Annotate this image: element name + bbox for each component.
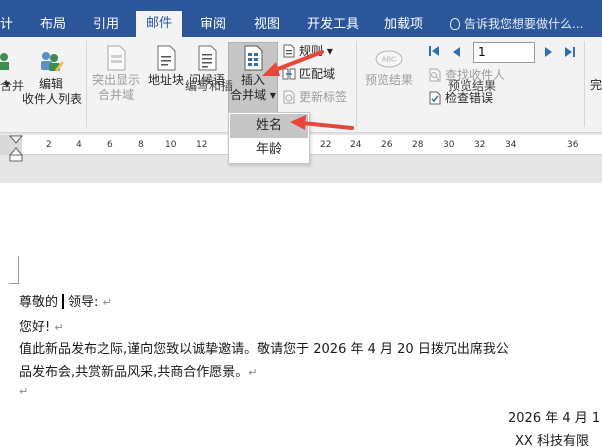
text-cursor [62,294,65,309]
edit-recipients-button[interactable]: 编辑 收件人列表 [22,49,83,107]
insert-merge-field-icon [244,45,263,71]
edit-recipient-list-icon [41,52,64,72]
separator [356,41,357,127]
group-label-write-insert: 编写和插 [185,79,234,93]
hello-text: 您好! [19,320,51,335]
doc-line-empty[interactable]: ↵ [19,384,28,399]
address-block-icon [157,45,176,71]
paragraph-mark-icon: ↵ [19,385,29,398]
edit-recipients-label-1: 编辑 [38,77,63,91]
tab-layout[interactable]: 布局 [40,12,66,37]
greeting-line-icon [198,45,217,71]
previous-record-button[interactable] [451,44,464,60]
first-record-button[interactable] [428,44,443,60]
separator [86,41,87,127]
ruler-number: 22 [320,140,332,150]
preview-results-icon: ABC [375,50,403,68]
paragraph-mark-icon: ↵ [54,321,64,334]
tell-me-text: 告诉我您想要做什么... [464,17,584,31]
body-text-2: 品发布会,共赏新品风采,共商合作愿景。 [19,365,249,380]
separator [584,41,585,127]
tab-references[interactable]: 引用 [93,12,119,37]
address-block-label: 地址块 [147,73,184,87]
merge-field-option-age[interactable]: 年龄 [230,138,308,162]
highlight-fields-label-1: 突出显示 [91,73,140,87]
previous-record-icon [453,47,460,57]
last-record-icon [565,47,575,57]
ruler-number: 6 [107,140,113,150]
group-label-preview: 预览结果 [448,79,497,93]
ruler-number: 32 [474,140,486,150]
merge-field-dropdown: 姓名 年龄 [228,112,310,164]
check-errors-icon [429,91,441,105]
ruler-number: 26 [381,140,393,150]
lightbulb-icon [450,18,460,30]
update-labels-icon [283,90,295,104]
find-recipient-icon [429,68,441,82]
preview-results-label: 预览结果 [364,73,413,87]
ruler-number: 10 [165,140,177,150]
ruler-number: 28 [412,140,424,150]
highlight-fields-label-2: 合并域 [97,88,134,102]
tab-design[interactable]: 计 [0,12,13,37]
ruler-number: 34 [505,140,517,150]
highlight-merge-fields-button[interactable]: 突出显示 合并域 [90,45,142,103]
tell-me-box[interactable]: 告诉我您想要做什么... [450,12,583,37]
next-record-icon [545,47,552,57]
page-corner-mark [9,256,19,284]
finish-merge-button[interactable]: 完 [590,78,602,93]
merge-field-option-name[interactable]: 姓名 [230,114,308,138]
ruler-number: 36 [567,140,579,150]
paragraph-mark-icon: ↵ [102,296,112,309]
next-record-button[interactable] [544,44,557,60]
recipients-icon [0,53,9,70]
indent-marker-icon[interactable] [9,135,23,163]
first-record-icon [429,46,439,56]
tab-developer[interactable]: 开发工具 [307,12,359,37]
doc-line-company[interactable]: XX 科技有限 [515,430,589,447]
doc-line-hello[interactable]: 您好! ↵ [19,316,64,335]
greeting-prefix: 尊敬的 [19,295,59,310]
group-label-start-merge: 合并 [0,79,25,93]
match-fields-label: 匹配域 [299,67,336,81]
ruler-number: 24 [350,140,362,150]
greeting-suffix: 领导: [68,295,99,310]
insert-merge-field-button[interactable]: 插入 合并域 ▾ [228,45,278,103]
record-number-input[interactable]: 1 [473,42,535,63]
rules-icon [283,44,295,58]
ruler-number: 4 [76,140,82,150]
insert-merge-field-label-1: 插入 [240,73,265,87]
svg-text:ABC: ABC [382,57,396,64]
preview-results-button[interactable]: ABC 预览结果 [362,47,416,88]
doc-line-greeting[interactable]: 尊敬的 领导: ↵ [19,291,112,310]
doc-line-body-1[interactable]: 值此新品发布之际,谨向您致以诚挚邀请。敬请您于 2026 年 4 月 20 日拨… [19,338,509,357]
last-record-button[interactable] [564,44,579,60]
paragraph-mark-icon: ↵ [248,366,258,379]
ruler-number: 8 [138,140,144,150]
ruler-number: 30 [443,140,455,150]
match-fields-button[interactable]: 匹配域 [282,66,335,82]
rules-button[interactable]: 规则 ▾ [282,43,333,59]
doc-line-date[interactable]: 2026 年 4 月 1 [508,407,600,426]
ruler-number: 12 [196,140,208,150]
tab-review[interactable]: 审阅 [200,12,226,37]
edit-recipients-label-2: 收件人列表 [22,92,83,106]
update-labels-label: 更新标签 [299,90,348,104]
match-fields-icon [282,68,296,80]
update-labels-button[interactable]: 更新标签 [282,89,347,105]
doc-line-body-2[interactable]: 品发布会,共赏新品风采,共商合作愿景。↵ [19,361,257,380]
rules-label: 规则 [299,44,324,58]
address-block-button[interactable]: 地址块 [146,45,186,88]
ribbon-tab-bar: 计 布局 引用 邮件 审阅 视图 开发工具 加载项 告诉我您想要做什么... [0,0,602,37]
insert-merge-field-label-2: 合并域 ▾ [230,88,276,102]
tab-addins[interactable]: 加载项 [384,12,423,37]
tab-view[interactable]: 视图 [254,12,280,37]
ruler-number: 2 [46,140,52,150]
highlight-fields-icon [107,45,126,71]
tab-mailings[interactable]: 邮件 [136,11,183,37]
